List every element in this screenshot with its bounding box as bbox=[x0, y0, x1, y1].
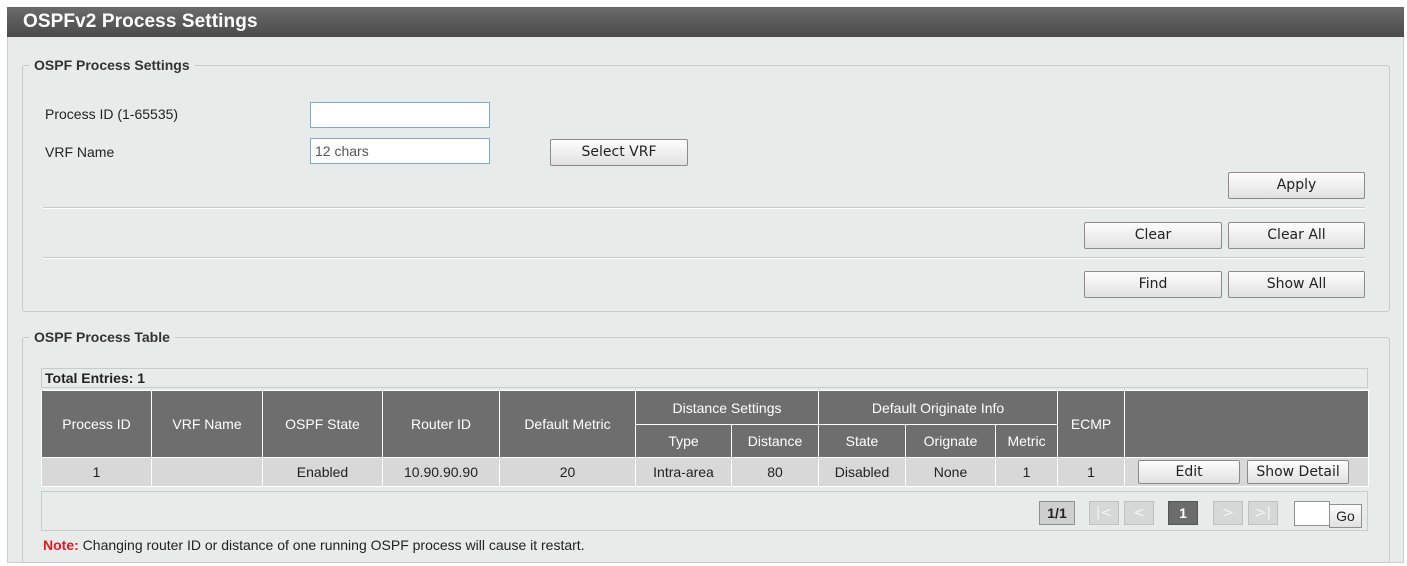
cell-router-id: 10.90.90.90 bbox=[382, 457, 500, 487]
cell-process-id: 1 bbox=[41, 457, 152, 487]
col-header-vrf-name: VRF Name bbox=[151, 390, 263, 458]
note-text: Note: Changing router ID or distance of … bbox=[43, 537, 585, 553]
col-header-distance-settings: Distance Settings bbox=[634, 390, 820, 425]
edit-button[interactable]: Edit bbox=[1138, 460, 1241, 484]
current-page-button[interactable]: 1 bbox=[1168, 501, 1198, 525]
cell-actions: Edit Show Detail bbox=[1124, 457, 1370, 487]
show-all-button[interactable]: Show All bbox=[1228, 271, 1365, 298]
next-page-button[interactable]: > bbox=[1213, 501, 1243, 525]
col-header-orig-metric: Metric bbox=[995, 424, 1059, 458]
cell-default-metric: 20 bbox=[499, 457, 636, 487]
cell-orig-originate: None bbox=[905, 457, 997, 487]
first-page-button[interactable]: |< bbox=[1089, 501, 1119, 525]
col-header-ospf-state: OSPF State bbox=[262, 390, 383, 458]
cell-distance: 80 bbox=[730, 457, 820, 487]
settings-legend: OSPF Process Settings bbox=[34, 57, 190, 73]
prev-page-button[interactable]: < bbox=[1124, 501, 1154, 525]
clear-all-button[interactable]: Clear All bbox=[1228, 222, 1365, 249]
col-header-distance: Distance bbox=[730, 424, 820, 458]
last-page-button[interactable]: >| bbox=[1248, 501, 1278, 525]
page-title: OSPFv2 Process Settings bbox=[7, 7, 1404, 37]
cell-orig-state: Disabled bbox=[818, 457, 907, 487]
divider bbox=[43, 257, 1365, 259]
col-header-default-metric: Default Metric bbox=[499, 390, 636, 458]
process-id-label: Process ID (1-65535) bbox=[45, 106, 179, 122]
vrf-name-label: VRF Name bbox=[45, 144, 115, 160]
page-number-input[interactable] bbox=[1294, 501, 1330, 526]
find-button[interactable]: Find bbox=[1084, 271, 1222, 298]
col-header-router-id: Router ID bbox=[382, 390, 500, 458]
col-header-orig-originate: Orignate bbox=[905, 424, 997, 458]
cell-ecmp: 1 bbox=[1057, 457, 1126, 487]
select-vrf-button[interactable]: Select VRF bbox=[550, 139, 688, 166]
note-body: Changing router ID or distance of one ru… bbox=[78, 537, 585, 553]
divider bbox=[43, 207, 1365, 209]
cell-orig-metric: 1 bbox=[995, 457, 1059, 487]
clear-button[interactable]: Clear bbox=[1084, 222, 1222, 249]
total-entries: Total Entries: 1 bbox=[41, 368, 1368, 388]
col-header-process-id: Process ID bbox=[41, 390, 152, 458]
page-count: 1/1 bbox=[1039, 501, 1075, 525]
show-detail-button[interactable]: Show Detail bbox=[1247, 460, 1350, 484]
note-prefix: Note: bbox=[43, 537, 79, 553]
cell-vrf-name bbox=[151, 457, 263, 487]
process-id-input[interactable] bbox=[310, 102, 490, 128]
col-header-actions bbox=[1124, 390, 1370, 458]
go-button[interactable]: Go bbox=[1329, 504, 1362, 528]
apply-button[interactable]: Apply bbox=[1228, 172, 1365, 199]
col-header-orig-state: State bbox=[818, 424, 907, 458]
vrf-name-input[interactable] bbox=[310, 138, 490, 164]
col-header-type: Type bbox=[635, 424, 732, 458]
col-header-default-originate-info: Default Originate Info bbox=[818, 390, 1059, 425]
col-header-ecmp: ECMP bbox=[1057, 390, 1126, 458]
table-legend: OSPF Process Table bbox=[34, 329, 170, 345]
cell-type: Intra-area bbox=[635, 457, 732, 487]
cell-ospf-state: Enabled bbox=[262, 457, 383, 487]
ospf-process-table: Process ID VRF Name OSPF State Router ID… bbox=[41, 390, 1370, 487]
pagination-bar: 1/1 |< < 1 > >| Go bbox=[41, 491, 1368, 531]
table-row: 1 Enabled 10.90.90.90 20 Intra-area 80 D… bbox=[41, 457, 1370, 487]
